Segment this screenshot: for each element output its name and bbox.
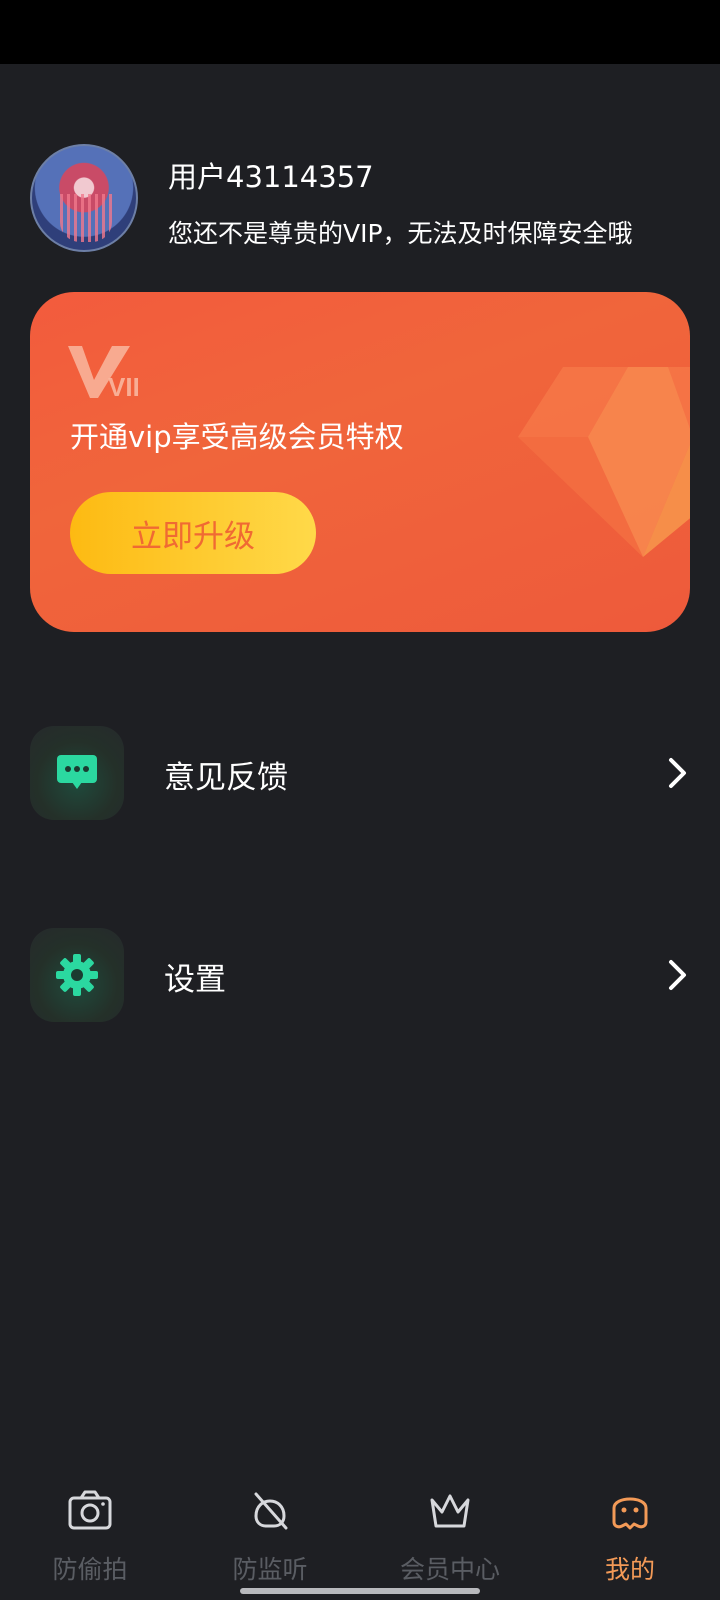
- upgrade-button[interactable]: 立即升级: [70, 492, 316, 574]
- vip-promo-text: 开通vip享受高级会员特权: [70, 420, 404, 454]
- settings-icon-box: [30, 928, 124, 1022]
- no-listen-icon: [254, 1492, 288, 1530]
- menu-item-feedback[interactable]: 意见反馈: [30, 726, 690, 820]
- camera-icon: [68, 1490, 112, 1530]
- avatar-jellyfish-image: [60, 194, 112, 242]
- chevron-right-icon: [669, 960, 686, 990]
- diamond-icon: [518, 367, 690, 557]
- tab-anti-eavesdrop[interactable]: 防监听: [190, 1478, 350, 1600]
- tab-anti-spy-camera[interactable]: 防偷拍: [10, 1478, 170, 1600]
- tab-mine[interactable]: 我的: [550, 1478, 710, 1600]
- tab-label: 我的: [604, 1555, 655, 1584]
- chat-bubble-icon: [57, 755, 97, 789]
- vip-promo-card[interactable]: VIP 开通vip享受高级会员特权 立即升级: [30, 292, 690, 632]
- vip-status-text: 您还不是尊贵的VIP，无法及时保障安全哦: [168, 219, 633, 248]
- profile-header: 用户43114357 您还不是尊贵的VIP，无法及时保障安全哦: [30, 144, 690, 254]
- feedback-icon-box: [30, 726, 124, 820]
- bottom-tab-bar: 防偷拍 防监听 会员中心 我的: [0, 1478, 720, 1600]
- ghost-face-icon: [612, 1497, 648, 1530]
- vip-logo-icon: VIP: [68, 346, 138, 399]
- crown-icon: [430, 1494, 470, 1528]
- status-bar: [0, 0, 720, 64]
- menu-item-label: 设置: [164, 962, 226, 998]
- chevron-right-icon: [669, 758, 686, 788]
- home-indicator[interactable]: [240, 1588, 480, 1594]
- tab-vip-center[interactable]: 会员中心: [370, 1478, 530, 1600]
- svg-text:VIP: VIP: [108, 372, 138, 399]
- menu-item-label: 意见反馈: [164, 760, 288, 796]
- gear-icon: [56, 954, 98, 996]
- tab-label: 会员中心: [399, 1555, 500, 1584]
- tab-label: 防监听: [232, 1555, 308, 1584]
- username: 用户43114357: [168, 160, 374, 194]
- avatar[interactable]: [30, 144, 138, 252]
- menu-item-settings[interactable]: 设置: [30, 928, 690, 1022]
- tab-label: 防偷拍: [52, 1555, 128, 1584]
